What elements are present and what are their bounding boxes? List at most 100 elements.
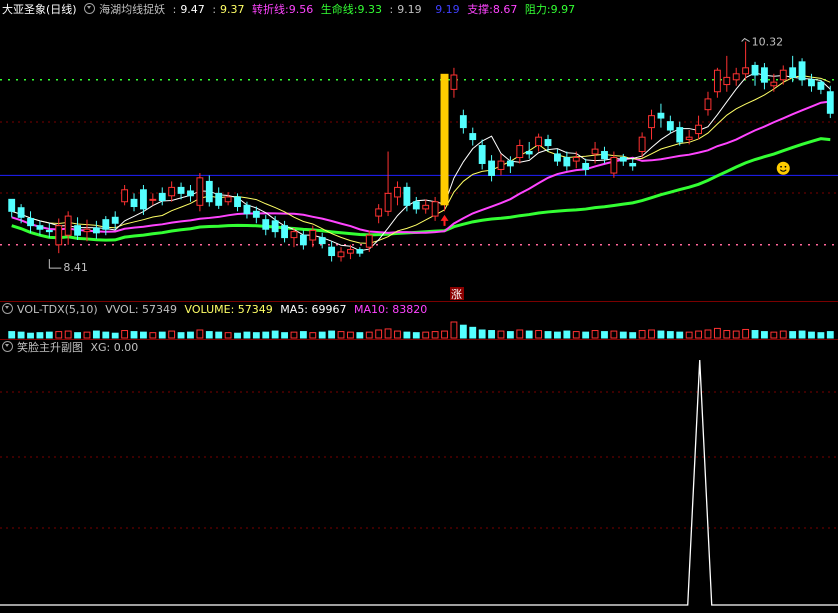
candle-body <box>723 76 731 86</box>
volume-bar <box>535 330 543 339</box>
volume-bar <box>817 332 825 339</box>
volume-bar <box>441 330 448 339</box>
candle-body <box>704 98 712 111</box>
volume-bar <box>196 329 204 339</box>
volume-bar <box>478 329 486 339</box>
candle-body <box>74 225 81 236</box>
candle-body <box>102 219 110 230</box>
candle-body <box>271 220 279 233</box>
candle-body <box>488 160 495 176</box>
candle-body <box>36 225 44 230</box>
candle-body <box>140 189 147 210</box>
volume-bar <box>27 332 34 339</box>
candle-body <box>619 157 627 162</box>
volume-bar <box>384 328 392 339</box>
up-arrow-icon <box>440 214 449 226</box>
chart-canvas: 10.32 8.41 涨 <box>0 36 838 606</box>
candle-body <box>121 189 129 203</box>
smiley-icon <box>776 161 790 175</box>
smiley-eye <box>780 165 782 168</box>
volume-bar <box>412 332 420 339</box>
volume-bar <box>582 331 590 339</box>
candle-body <box>610 157 618 174</box>
volume-bar <box>450 321 458 339</box>
candle-body <box>149 198 157 201</box>
volume-bar <box>168 330 176 339</box>
volume-bar <box>770 331 778 339</box>
candle-body <box>516 145 524 158</box>
candle-body <box>412 201 420 210</box>
volume-bar <box>318 331 326 339</box>
volume-bar <box>459 324 467 339</box>
volume-bar <box>572 331 580 339</box>
candle-body <box>356 249 364 254</box>
volume-bar <box>403 331 411 339</box>
volume-bar <box>365 331 373 339</box>
volume-bar <box>158 331 166 339</box>
candle-body <box>365 234 373 248</box>
volume-bar <box>732 330 740 339</box>
volume-bar <box>638 330 646 339</box>
high-marker <box>741 37 750 42</box>
volume-bar <box>695 330 702 339</box>
volume-bar <box>375 329 383 339</box>
volume-bar <box>525 330 533 339</box>
candle-body <box>337 251 345 258</box>
candle-body <box>224 196 232 203</box>
volume-bar <box>17 331 25 339</box>
volume-bar <box>299 331 307 339</box>
candle-body <box>770 81 778 87</box>
candle-body <box>732 73 740 81</box>
volume-bar <box>506 331 514 339</box>
candle-body <box>826 91 834 114</box>
xg-signal-line <box>0 359 838 606</box>
ma-green-line <box>11 137 831 242</box>
volume-bar <box>140 331 147 339</box>
candle-body <box>347 249 354 254</box>
high-label: 10.32 <box>752 36 784 49</box>
volume-bar <box>356 332 364 339</box>
volume-bar <box>8 331 16 339</box>
candle-body <box>403 186 411 206</box>
volume-bar <box>271 330 279 339</box>
candle-body <box>309 229 317 241</box>
volume-bar <box>516 329 524 339</box>
candle-body <box>685 136 693 141</box>
candle-body <box>629 162 637 167</box>
volume-bar <box>826 331 834 339</box>
candle-body <box>243 204 251 215</box>
candle-body <box>281 225 288 239</box>
candle-body <box>601 151 608 160</box>
candle-body <box>384 192 392 212</box>
volume-bar <box>779 330 787 339</box>
volume-bar <box>751 330 759 339</box>
volume-bar <box>648 329 655 339</box>
candle-body <box>205 180 213 203</box>
volume-bar <box>798 330 806 339</box>
volume-bar <box>102 331 110 339</box>
candle-body <box>394 186 401 198</box>
zhang-label: 涨 <box>451 288 462 301</box>
volume-bar <box>808 331 815 339</box>
volume-bar <box>488 330 495 339</box>
volume-bar <box>657 330 665 339</box>
volume-bar <box>328 330 336 339</box>
volume-bar <box>761 331 768 339</box>
candle-body <box>252 210 260 218</box>
candle-body <box>92 227 100 234</box>
candle-body <box>45 229 53 233</box>
candle-body <box>17 207 25 218</box>
candle-body <box>234 196 241 208</box>
candle-body <box>535 136 543 147</box>
candle-body <box>666 121 674 131</box>
volume-bar <box>224 332 232 339</box>
volume-bar <box>704 329 712 339</box>
candle-body <box>808 79 815 87</box>
volume-bar <box>713 327 721 339</box>
candle-body <box>158 192 166 202</box>
candle-body <box>215 192 223 206</box>
low-label: 8.41 <box>63 261 88 274</box>
candle-body <box>554 153 561 162</box>
candle-body <box>469 133 477 141</box>
ma-magenta-line <box>11 100 831 234</box>
